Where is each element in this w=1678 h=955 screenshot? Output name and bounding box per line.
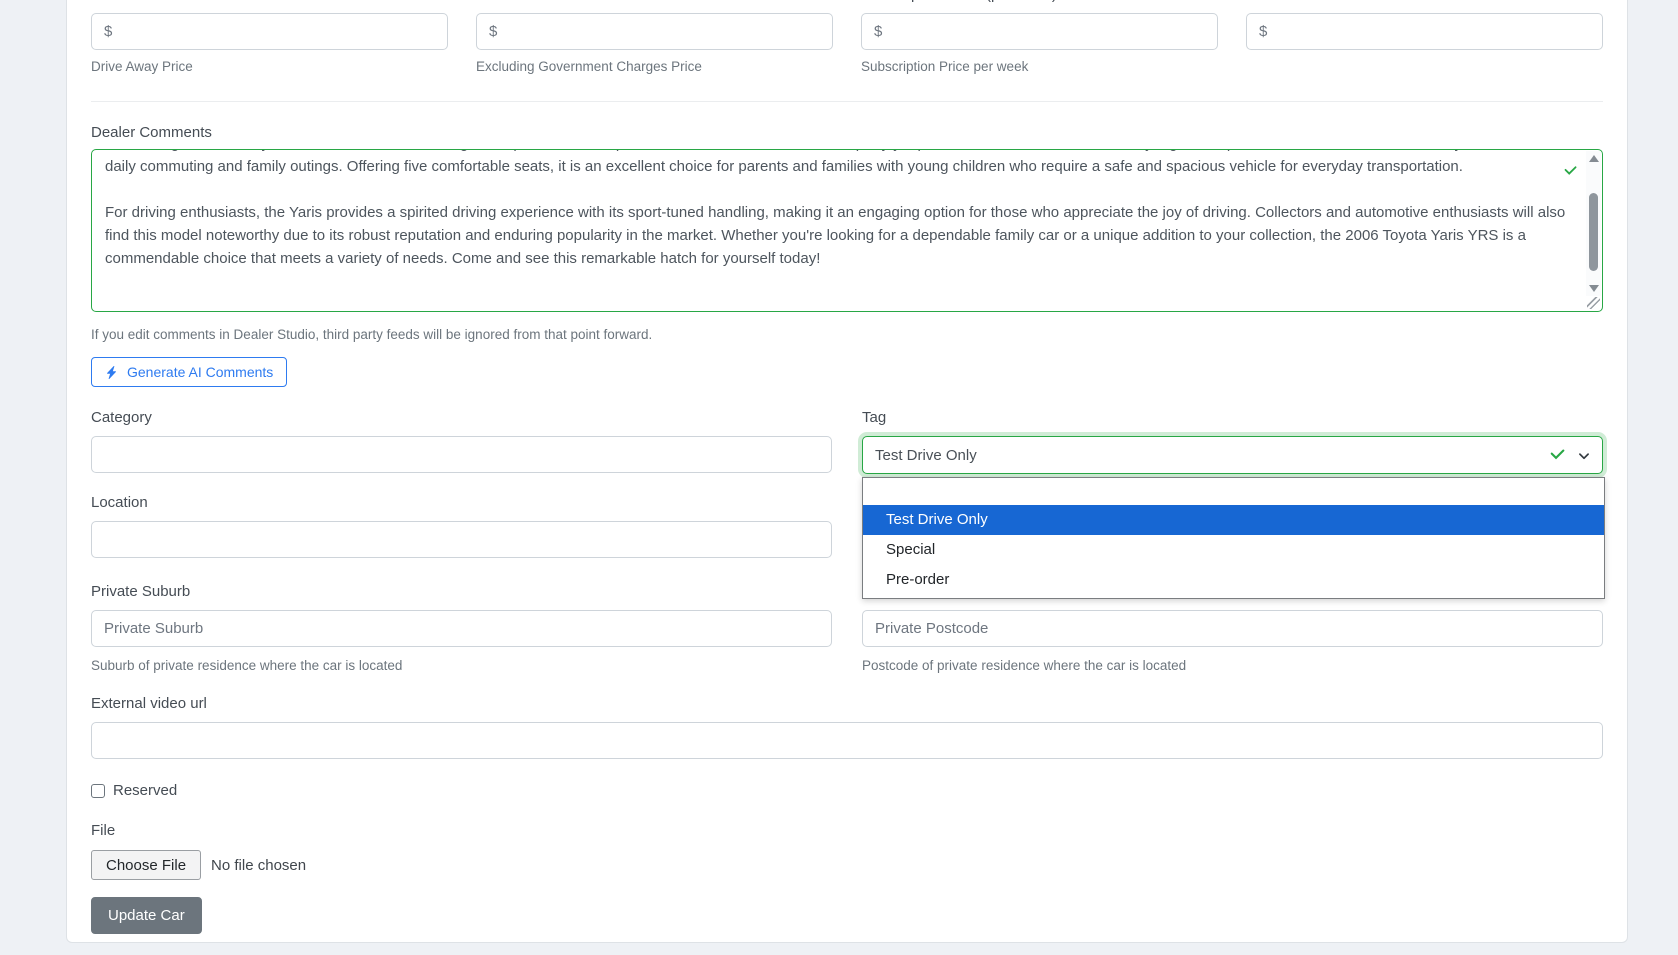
dealer-comments-text: Introducing the 2006 Toyota Yaris YRS, a… [105, 150, 1572, 270]
price-field-drive-away: Drive Away Price [91, 13, 448, 74]
scroll-down-icon[interactable] [1586, 281, 1601, 296]
update-car-button[interactable]: Update Car [91, 897, 202, 934]
reserved-field: Reserved [91, 782, 1603, 799]
tag-label: Tag [862, 409, 1603, 427]
reserved-checkbox[interactable] [91, 784, 105, 798]
dealer-comments-text-clip: Introducing the 2006 Toyota Yaris YRS, a… [105, 150, 1572, 309]
valid-check-icon [1564, 165, 1577, 178]
pricing-section: Subscription Price (per week) Drive Away… [91, 13, 1603, 74]
scroll-up-icon[interactable] [1586, 151, 1601, 166]
external-video-url-input[interactable] [91, 722, 1603, 759]
price-field-egc: Excluding Government Charges Price [476, 13, 833, 74]
private-suburb-helper: Suburb of private residence where the ca… [91, 658, 832, 674]
price-field-subscription: Subscription Price per week [861, 13, 1218, 74]
scrollbar-thumb[interactable] [1589, 193, 1598, 271]
generate-ai-comments-button[interactable]: Generate AI Comments [91, 357, 287, 387]
category-field: Category [91, 409, 832, 474]
reserved-label: Reserved [113, 782, 177, 799]
location-input[interactable] [91, 521, 832, 558]
category-label: Category [91, 409, 832, 427]
dealer-comments-label: Dealer Comments [91, 124, 1603, 142]
lightning-icon [105, 365, 118, 380]
subscription-price-caption: Subscription Price per week [861, 60, 1218, 74]
category-tag-row: Category Tag Test Drive Only Test Drive … [91, 409, 1603, 474]
external-video-url-label: External video url [91, 695, 1603, 713]
dealer-comments-textarea[interactable]: Introducing the 2006 Toyota Yaris YRS, a… [91, 149, 1603, 312]
extra-price-input[interactable] [1246, 13, 1603, 50]
private-suburb-label: Private Suburb [91, 583, 832, 601]
tag-option-pre-order[interactable]: Pre-order [863, 565, 1604, 595]
textarea-scrollbar[interactable] [1586, 151, 1601, 296]
file-field: Choose File No file chosen [91, 850, 1603, 880]
form-card: Subscription Price (per week) Drive Away… [66, 0, 1628, 943]
tag-select[interactable]: Test Drive Only [862, 436, 1603, 474]
file-label: File [91, 822, 1603, 840]
file-status-text: No file chosen [211, 857, 306, 874]
egc-price-caption: Excluding Government Charges Price [476, 60, 833, 74]
tag-field: Tag Test Drive Only [862, 409, 1603, 474]
choose-file-button[interactable]: Choose File [91, 850, 201, 880]
generate-ai-comments-label: Generate AI Comments [127, 364, 273, 380]
private-postcode-input[interactable] [862, 610, 1603, 647]
section-divider [91, 101, 1603, 102]
subscription-price-input[interactable] [861, 13, 1218, 50]
tag-option-empty[interactable] [863, 478, 1604, 505]
tag-selected-value: Test Drive Only [875, 447, 977, 464]
location-field: Location [91, 494, 832, 558]
drive-away-price-caption: Drive Away Price [91, 60, 448, 74]
location-label: Location [91, 494, 832, 512]
private-suburb-input[interactable] [91, 610, 832, 647]
private-postcode-helper: Postcode of private residence where the … [862, 658, 1603, 674]
subscription-price-top-label: Subscription Price (per week) [861, 0, 1057, 4]
valid-check-icon [1550, 448, 1565, 463]
private-suburb-field: Private Suburb Suburb of private residen… [91, 583, 832, 674]
tag-dropdown: Test Drive Only Special Pre-order [862, 477, 1605, 599]
dealer-comments-note: If you edit comments in Dealer Studio, t… [91, 327, 1603, 343]
drive-away-price-input[interactable] [91, 13, 448, 50]
tag-option-special[interactable]: Special [863, 535, 1604, 565]
price-field-extra [1246, 13, 1603, 74]
egc-price-input[interactable] [476, 13, 833, 50]
tag-option-test-drive-only[interactable]: Test Drive Only [863, 505, 1604, 535]
category-input[interactable] [91, 436, 832, 473]
resize-handle-icon[interactable] [1587, 297, 1600, 309]
chevron-down-icon [1578, 450, 1590, 462]
